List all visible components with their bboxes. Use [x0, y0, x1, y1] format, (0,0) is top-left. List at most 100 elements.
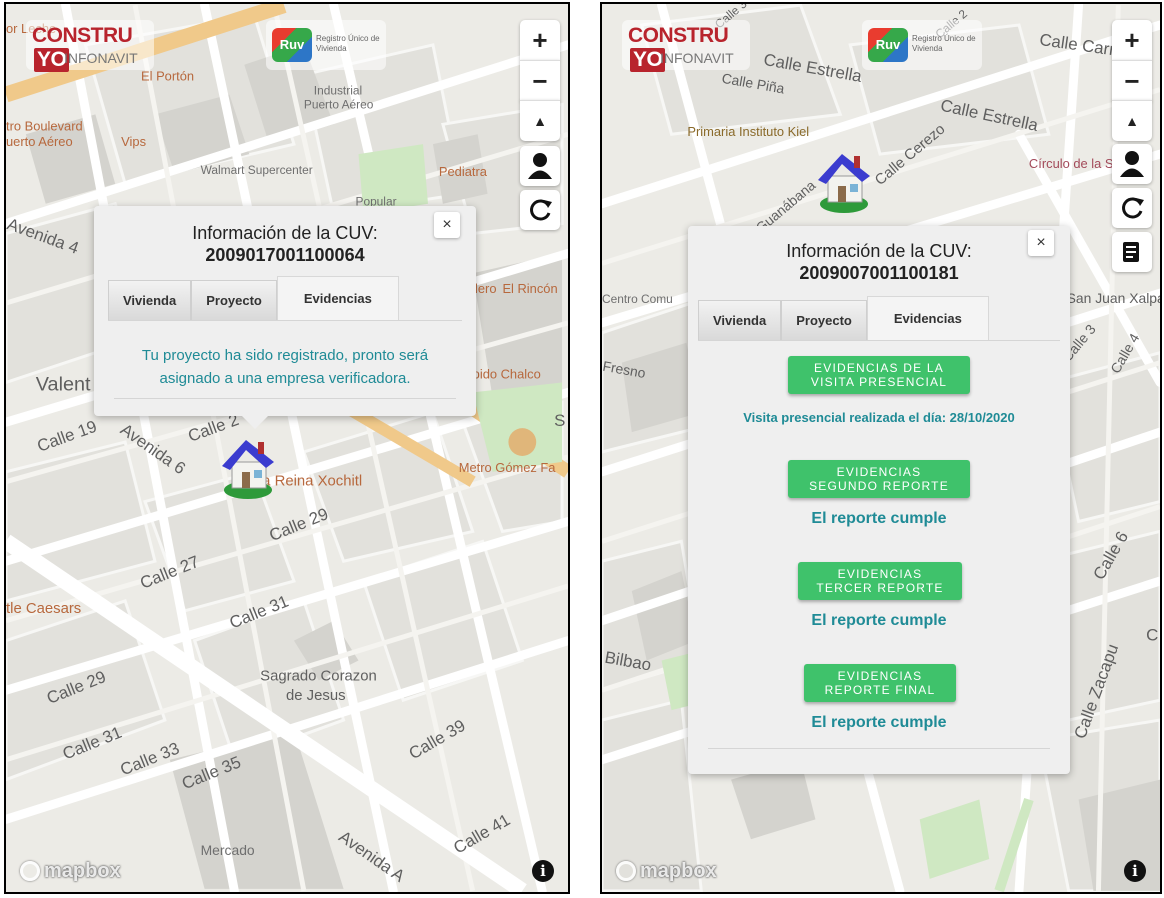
button-label: EVIDENCIAS DE LA	[814, 361, 944, 375]
ruv-badge: Ruv	[868, 28, 908, 62]
user-icon	[528, 153, 552, 179]
zoom-in-button[interactable]: +	[520, 20, 560, 60]
tab-evidencias[interactable]: Evidencias	[866, 296, 989, 340]
button-label: SEGUNDO REPORTE	[809, 479, 949, 493]
map-label: Círculo de la S	[1029, 156, 1114, 171]
tab-vivienda[interactable]: Vivienda	[108, 280, 192, 320]
refresh-button[interactable]	[520, 190, 560, 230]
ruv-logo: Ruv Registro Único de Vivienda	[266, 20, 386, 70]
popup-title: Información de la CUV:	[192, 223, 378, 243]
compass-icon: ▲	[1125, 113, 1139, 129]
report-status: El reporte cumple	[811, 510, 947, 527]
cuv-number: 2009007001100181	[799, 263, 959, 283]
map-label: uerto Aéreo	[6, 134, 73, 149]
popup-tabs: Vivienda Proyecto Evidencias	[698, 296, 989, 340]
report-status: El reporte cumple	[811, 714, 947, 731]
ruv-text: Registro Único de Vivienda	[316, 34, 380, 53]
button-label: EVIDENCIAS	[837, 567, 923, 581]
zoom-out-button[interactable]: −	[520, 60, 560, 101]
content-divider	[114, 398, 456, 399]
popup-tabs: Vivienda Proyecto Evidencias	[108, 276, 399, 320]
document-button[interactable]	[1112, 232, 1152, 272]
house-marker-icon[interactable]	[814, 146, 876, 214]
left-phone-screen: El Portón Industrial Puerto Aéreo tro Bo…	[4, 2, 570, 894]
right-phone-screen: Calle 3 Calle 2 Calle Carri Calle Estrel…	[600, 2, 1162, 894]
mapbox-text: mapbox	[640, 859, 717, 882]
map-label: Primaria Instituto Kiel	[687, 124, 809, 139]
plus-icon: +	[532, 24, 548, 55]
user-icon	[1120, 151, 1144, 177]
house-marker-icon[interactable]	[218, 432, 280, 500]
mapbox-logo-icon	[616, 861, 636, 881]
user-location-button[interactable]	[520, 146, 560, 186]
evidencias-reporte-final-button[interactable]: EVIDENCIAS REPORTE FINAL	[804, 664, 956, 702]
map-label: Valent	[36, 373, 91, 395]
user-location-button[interactable]	[1112, 144, 1152, 184]
logo-subtitle: INFONAVIT	[64, 50, 138, 66]
evidencias-tercer-reporte-button[interactable]: EVIDENCIAS TERCER REPORTE	[798, 562, 962, 600]
visit-status: Visita presencial realizada el día: 28/1…	[743, 410, 1015, 425]
logo-text: CONSTRU	[32, 24, 133, 47]
refresh-button[interactable]	[1112, 188, 1152, 228]
construyo-logo: CONSTRUYO INFONAVIT	[26, 20, 154, 72]
zoom-out-button[interactable]: −	[1112, 60, 1152, 101]
map-label: Vips	[121, 134, 146, 149]
cuv-info-popup: Información de la CUV: 2009017001100064 …	[94, 206, 476, 429]
cuv-number: 2009017001100064	[205, 245, 365, 265]
map-label: Centro Comu	[602, 292, 673, 306]
close-icon: ×	[1036, 234, 1046, 251]
map-label: tro Boulevard	[6, 118, 83, 133]
evidencias-segundo-reporte-button[interactable]: EVIDENCIAS SEGUNDO REPORTE	[788, 460, 970, 498]
tab-evidencias[interactable]: Evidencias	[276, 276, 399, 320]
map-canvas[interactable]: El Portón Industrial Puerto Aéreo tro Bo…	[6, 4, 568, 892]
map-label: Mercado	[201, 842, 255, 858]
tab-divider	[108, 320, 462, 321]
map-label: C	[1146, 626, 1158, 645]
map-label: Puerto Aéreo	[304, 97, 374, 111]
ruv-text: Registro Único de Vivienda	[912, 34, 976, 53]
map-label: S	[554, 411, 565, 430]
compass-button[interactable]: ▲	[520, 100, 560, 141]
mapbox-attribution[interactable]: mapbox	[616, 858, 717, 884]
compass-icon: ▲	[533, 113, 547, 129]
refresh-icon	[530, 199, 552, 221]
tab-proyecto[interactable]: Proyecto	[781, 300, 867, 340]
button-label: TERCER REPORTE	[816, 581, 944, 595]
map-label: San Juan Xalpa	[1067, 290, 1160, 306]
map-label: Walmart Supercenter	[201, 163, 313, 177]
ruv-badge: Ruv	[272, 28, 312, 62]
info-icon[interactable]: i	[532, 860, 554, 882]
compass-button[interactable]: ▲	[1112, 100, 1152, 141]
info-icon[interactable]: i	[1124, 860, 1146, 882]
close-button[interactable]: ×	[434, 212, 460, 238]
map-label: Industrial	[314, 84, 362, 98]
status-message: asignado a una empresa verificadora.	[159, 370, 411, 387]
button-label: EVIDENCIAS	[837, 669, 923, 683]
popup-pointer	[242, 416, 268, 429]
map-label: Sagrado Corazon	[260, 668, 377, 684]
refresh-icon	[1122, 197, 1144, 219]
close-icon: ×	[442, 216, 452, 233]
popup-title: Información de la CUV:	[786, 241, 972, 261]
mapbox-attribution[interactable]: mapbox	[20, 858, 121, 884]
map-label: pido Chalco	[473, 366, 541, 381]
map-label: Metro Gómez Fa	[459, 460, 557, 475]
map-label: tle Caesars	[6, 601, 81, 617]
button-label: REPORTE FINAL	[824, 683, 936, 697]
minus-icon: −	[1124, 65, 1140, 96]
zoom-in-button[interactable]: +	[1112, 20, 1152, 60]
plus-icon: +	[1124, 24, 1140, 55]
close-button[interactable]: ×	[1028, 230, 1054, 256]
status-message: Tu proyecto ha sido registrado, pronto s…	[141, 347, 429, 364]
document-icon	[1123, 242, 1139, 262]
construyo-logo: CONSTRUYO INFONAVIT	[622, 20, 750, 72]
report-status: El reporte cumple	[811, 612, 947, 629]
minus-icon: −	[532, 65, 548, 96]
evidencias-visita-button[interactable]: EVIDENCIAS DE LA VISITA PRESENCIAL	[788, 356, 970, 394]
map-label: Pediatra	[439, 164, 488, 179]
tab-proyecto[interactable]: Proyecto	[191, 280, 277, 320]
tab-vivienda[interactable]: Vivienda	[698, 300, 782, 340]
content-divider	[708, 748, 1050, 749]
mapbox-logo-icon	[20, 861, 40, 881]
tab-divider	[698, 340, 1060, 341]
